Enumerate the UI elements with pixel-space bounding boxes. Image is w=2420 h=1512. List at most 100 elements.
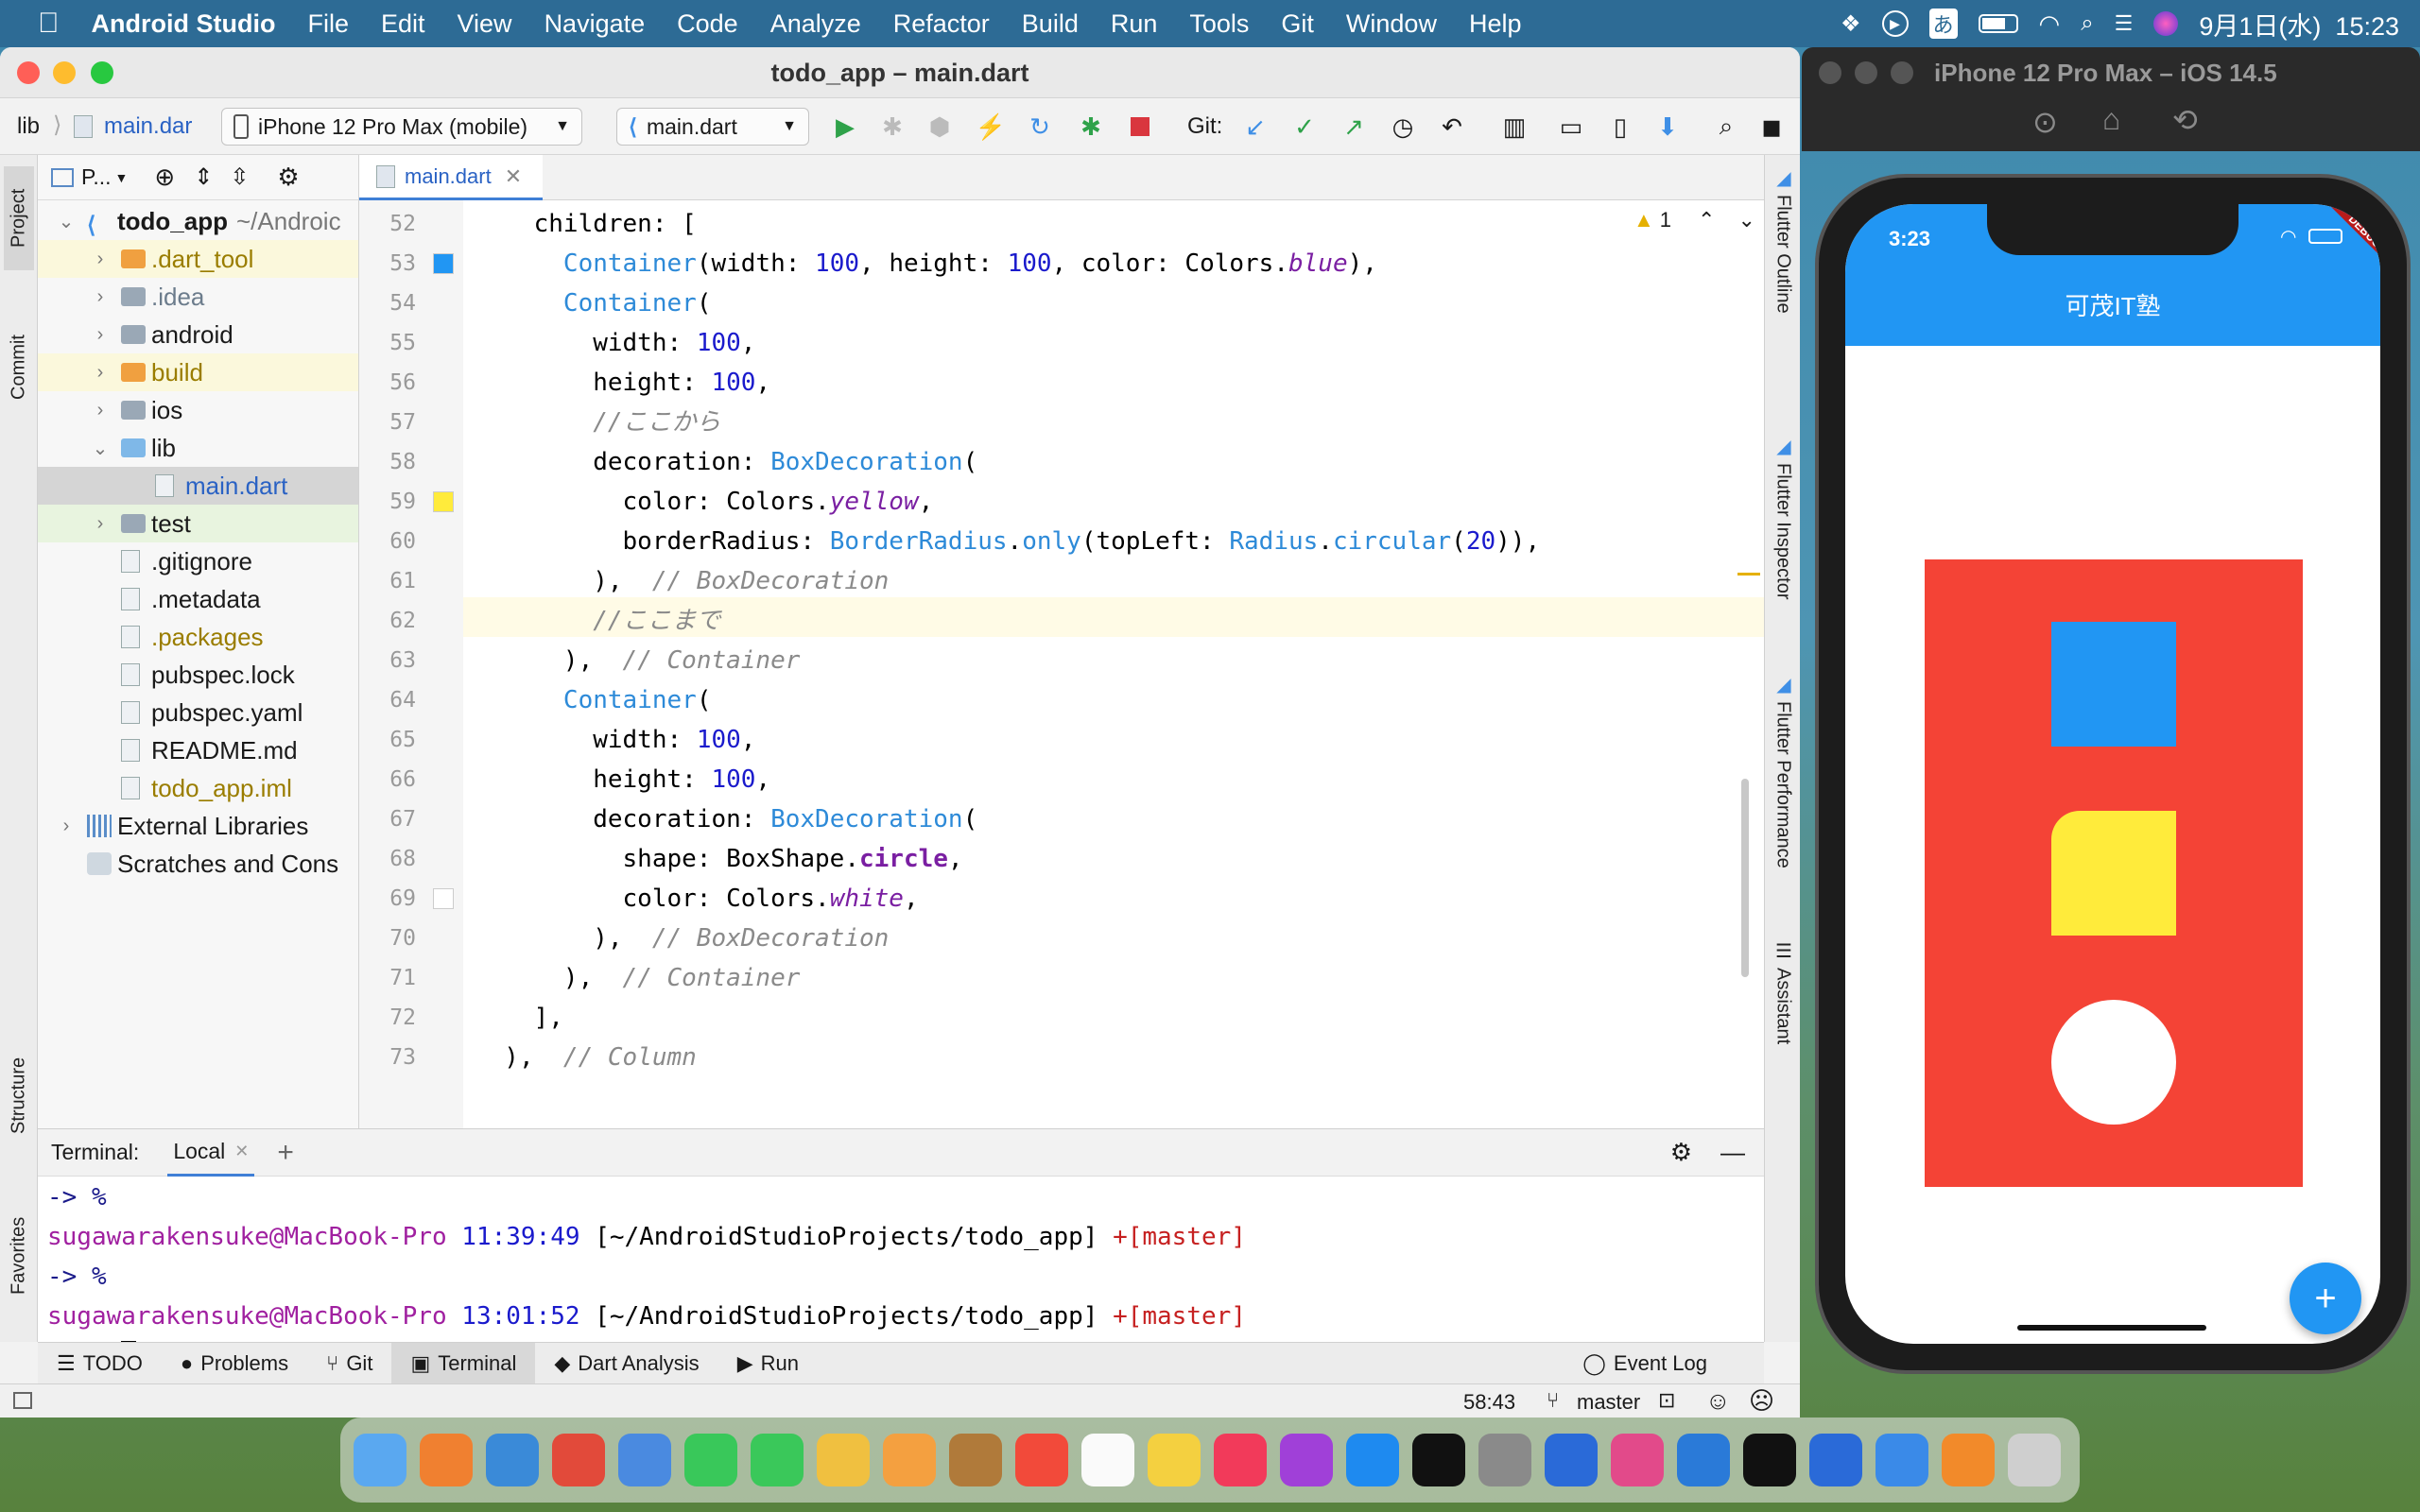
tree-item[interactable]: todo_app.iml bbox=[38, 769, 358, 807]
menu-refactor[interactable]: Refactor bbox=[877, 9, 1006, 39]
tree-item[interactable]: › .dart_tool bbox=[38, 240, 358, 278]
git-tool-tab[interactable]: ⑂ Git bbox=[307, 1343, 391, 1384]
terminal-tab-local[interactable]: Local ✕ bbox=[167, 1129, 255, 1177]
code-line[interactable]: //ここから bbox=[475, 403, 720, 442]
code-line[interactable]: ), // Container bbox=[475, 641, 800, 680]
code-line[interactable]: children: [ bbox=[475, 204, 697, 244]
battery-icon[interactable] bbox=[1978, 14, 2018, 33]
dock-app-icon[interactable] bbox=[1081, 1434, 1134, 1486]
structure-tool-tab[interactable]: Structure bbox=[4, 1034, 34, 1157]
input-method[interactable]: あ bbox=[1928, 9, 1958, 39]
menu-navigate[interactable]: Navigate bbox=[528, 9, 662, 39]
chevron-right-icon[interactable]: › bbox=[57, 816, 76, 837]
flutter-inspector-tab[interactable]: ◢ Flutter Inspector bbox=[1769, 435, 1797, 643]
code-line[interactable]: Container(width: 100, height: 100, color… bbox=[475, 244, 1377, 284]
code-line[interactable]: ), // BoxDecoration bbox=[475, 561, 889, 601]
tree-item[interactable]: .gitignore bbox=[38, 542, 358, 580]
dock-app-icon[interactable] bbox=[1611, 1434, 1664, 1486]
hot-restart-icon[interactable]: ↻ bbox=[1025, 112, 1055, 142]
cursor-position[interactable]: 58:43 bbox=[1463, 1390, 1515, 1415]
close-tab-icon[interactable]: ✕ bbox=[234, 1142, 249, 1161]
tree-item[interactable]: › android bbox=[38, 316, 358, 353]
project-view-selector[interactable]: P... bbox=[81, 164, 112, 190]
debug-icon[interactable]: ✱ bbox=[877, 112, 908, 142]
control-center-icon[interactable]: ☰ bbox=[2115, 11, 2134, 36]
flutter-attach-icon[interactable]: ✱ bbox=[1076, 112, 1106, 142]
run-icon[interactable]: ▶ bbox=[830, 112, 860, 142]
git-commit-icon[interactable]: ✓ bbox=[1289, 112, 1320, 142]
chevron-right-icon[interactable]: › bbox=[91, 400, 110, 421]
happy-face-icon[interactable]: ☺ bbox=[1705, 1386, 1731, 1416]
dock-app-icon[interactable] bbox=[618, 1434, 671, 1486]
dock-app-icon[interactable] bbox=[1280, 1434, 1333, 1486]
attach-debugger-icon[interactable]: ⬢ bbox=[925, 112, 955, 142]
tree-item[interactable]: Scratches and Cons bbox=[38, 845, 358, 883]
sad-face-icon[interactable]: ☹ bbox=[1749, 1386, 1774, 1416]
apple-icon[interactable]:  bbox=[0, 8, 76, 40]
history-icon[interactable]: ◷ bbox=[1388, 112, 1418, 142]
code-line[interactable]: decoration: BoxDecoration( bbox=[475, 799, 977, 839]
toggle-tool-windows-icon[interactable] bbox=[13, 1392, 32, 1409]
dock-app-icon[interactable] bbox=[684, 1434, 737, 1486]
warning-indicator[interactable]: ▲ 1 ⌃ ⌄ bbox=[1634, 208, 1755, 232]
menu-analyze[interactable]: Analyze bbox=[754, 9, 877, 39]
lock-icon[interactable]: ⊡ bbox=[1658, 1388, 1675, 1413]
menu-code[interactable]: Code bbox=[661, 9, 754, 39]
menu-build[interactable]: Build bbox=[1006, 9, 1095, 39]
code-line[interactable]: color: Colors.yellow, bbox=[475, 482, 934, 522]
dock-app-icon[interactable] bbox=[1809, 1434, 1862, 1486]
project-tool-tab[interactable]: Project bbox=[4, 166, 34, 270]
tree-item[interactable]: ⌄ ⟨ todo_app ~/Androic bbox=[38, 202, 358, 240]
code-line[interactable]: height: 100, bbox=[475, 760, 770, 799]
menu-file[interactable]: File bbox=[291, 9, 365, 39]
tree-item[interactable]: README.md bbox=[38, 731, 358, 769]
code-line[interactable]: decoration: BoxDecoration( bbox=[475, 442, 977, 482]
chevron-right-icon[interactable]: › bbox=[91, 513, 110, 535]
git-branch[interactable]: master bbox=[1577, 1390, 1640, 1415]
favorites-tool-tab[interactable]: Favorites bbox=[4, 1194, 34, 1317]
tree-item[interactable]: .packages bbox=[38, 618, 358, 656]
settings-gear-icon[interactable]: ⚙ bbox=[277, 163, 299, 192]
menu-edit[interactable]: Edit bbox=[365, 9, 441, 39]
code-line[interactable]: shape: BoxShape.circle, bbox=[475, 839, 963, 879]
siri-icon[interactable] bbox=[2153, 11, 2179, 36]
code-line[interactable]: width: 100, bbox=[475, 323, 755, 363]
device-selector[interactable]: iPhone 12 Pro Max (mobile) ▼ bbox=[221, 108, 582, 146]
dock-app-icon[interactable] bbox=[2008, 1434, 2061, 1486]
todo-tool-tab[interactable]: ☰ TODO bbox=[38, 1343, 162, 1384]
device-manager-icon[interactable]: ▯ bbox=[1605, 112, 1635, 142]
home-indicator[interactable] bbox=[2017, 1325, 2206, 1331]
chevron-right-icon[interactable]: › bbox=[91, 362, 110, 384]
rotate-icon[interactable]: ⟲ bbox=[2172, 102, 2198, 138]
dock-app-icon[interactable] bbox=[1942, 1434, 1995, 1486]
dock-app-icon[interactable] bbox=[1876, 1434, 1928, 1486]
hide-panel-icon[interactable]: — bbox=[1720, 1138, 1745, 1167]
tree-item[interactable]: pubspec.yaml bbox=[38, 694, 358, 731]
code-line[interactable]: ], bbox=[475, 998, 563, 1038]
code-line[interactable]: height: 100, bbox=[475, 363, 770, 403]
code-area[interactable]: children: [ Container(width: 100, height… bbox=[463, 200, 1764, 1128]
chevron-down-icon[interactable]: ▼ bbox=[115, 170, 129, 185]
settings-gear-icon[interactable]: ⚙ bbox=[1670, 1138, 1692, 1167]
problems-tool-tab[interactable]: ● Problems bbox=[162, 1343, 307, 1384]
project-structure-icon[interactable]: ▥ bbox=[1499, 112, 1530, 142]
app-menu[interactable]: Android Studio bbox=[76, 9, 292, 39]
terminal-tool-tab[interactable]: ▣ Terminal bbox=[391, 1342, 536, 1384]
sdk-manager-icon[interactable]: ⬇ bbox=[1652, 112, 1683, 142]
menu-run[interactable]: Run bbox=[1095, 9, 1174, 39]
dropbox-icon[interactable]: ❖ bbox=[1841, 10, 1861, 38]
dock-app-icon[interactable] bbox=[1545, 1434, 1598, 1486]
close-window-button[interactable] bbox=[1819, 61, 1841, 84]
tab-main-dart[interactable]: main.dart ✕ bbox=[359, 155, 543, 200]
avd-manager-icon[interactable]: ▭ bbox=[1556, 112, 1586, 142]
tree-item[interactable]: › External Libraries bbox=[38, 807, 358, 845]
code-line[interactable]: borderRadius: BorderRadius.only(topLeft:… bbox=[475, 522, 1541, 561]
tree-item[interactable]: pubspec.lock bbox=[38, 656, 358, 694]
tree-item[interactable]: ⌄ lib bbox=[38, 429, 358, 467]
git-update-icon[interactable]: ↙ bbox=[1240, 112, 1270, 142]
color-swatch-icon[interactable] bbox=[433, 253, 454, 274]
breadcrumb-lib[interactable]: lib bbox=[17, 113, 40, 140]
tree-item[interactable]: › build bbox=[38, 353, 358, 391]
code-line[interactable]: ), // Column bbox=[475, 1038, 697, 1077]
flutter-outline-tab[interactable]: ◢ Flutter Outline bbox=[1769, 166, 1797, 355]
